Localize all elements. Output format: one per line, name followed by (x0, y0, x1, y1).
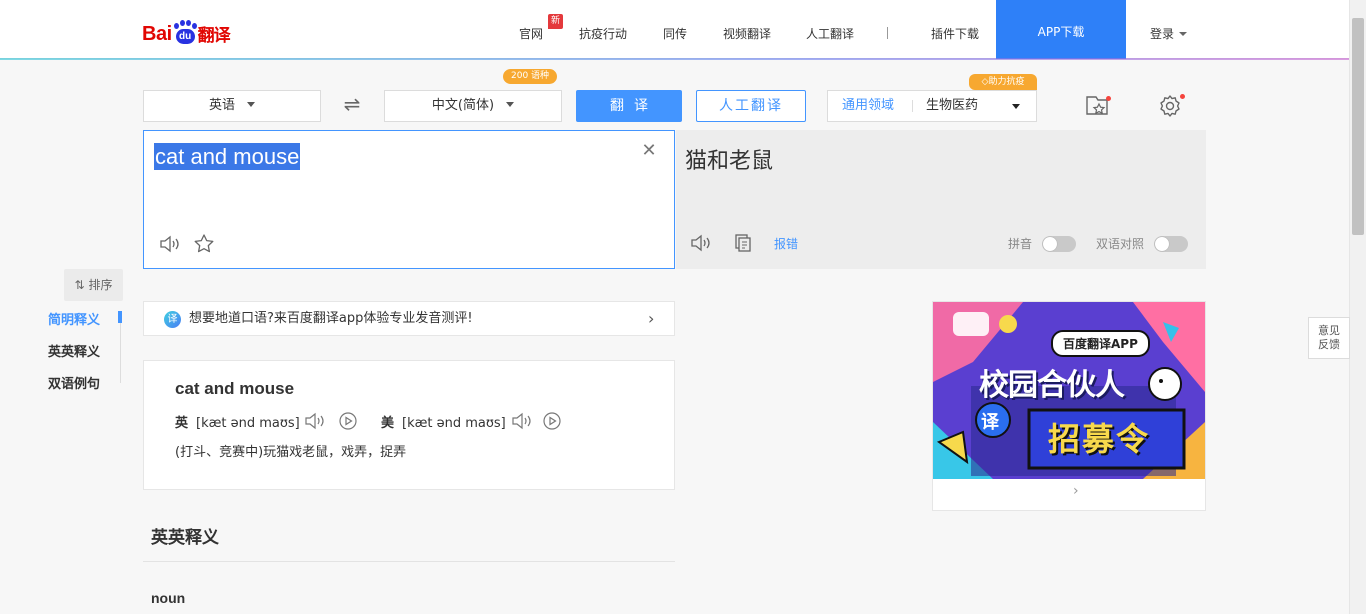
sort-button[interactable]: ⇅ 排序 (64, 269, 123, 301)
chevron-right-icon[interactable]: › (1073, 483, 1079, 499)
promo-text: 想要地道口语?来百度翻译app体验专业发音测评! (189, 311, 473, 326)
speaker-icon[interactable] (304, 411, 324, 431)
translate-app-icon: 译 (164, 311, 181, 328)
domain-label: 通用领域 (842, 98, 895, 113)
bilingual-label: 双语对照 (1096, 237, 1145, 251)
copy-icon[interactable] (733, 233, 753, 257)
feedback-line1: 意见 (1318, 324, 1340, 337)
campus-partner-ad[interactable]: 百度翻译APP 校园合伙人 招募令 译 › (932, 301, 1206, 511)
nav-video-translate[interactable]: 视频翻译 (723, 25, 771, 42)
login-label: 登录 (1150, 27, 1175, 41)
play-icon[interactable] (338, 411, 358, 431)
chevron-down-icon (506, 102, 515, 107)
domain-value: 生物医药 (926, 98, 979, 113)
part-of-speech: noun (151, 590, 186, 606)
header-gradient-line (0, 58, 1349, 60)
ad-brand-label: 百度翻译APP (1051, 330, 1150, 357)
page-scrollbar[interactable] (1349, 0, 1366, 614)
uk-phonetic-text: [kæt ənd maʊs] (196, 416, 300, 431)
ad-translate-badge: 译 (981, 412, 999, 433)
side-nav-english-definition[interactable]: 英英释义 (48, 341, 100, 360)
source-language-select[interactable]: 英语 (143, 90, 321, 122)
pinyin-label: 拼音 (1008, 237, 1033, 251)
paw-icon: du (173, 20, 197, 46)
us-phonetic: 美 [kæt ənd maʊs] (381, 412, 506, 431)
ad-headline: 校园合伙人 (979, 368, 1125, 403)
uk-label: 英 (175, 416, 189, 431)
top-header: Bai du 翻译 官网 新 抗疫行动 同传 视频翻译 人工翻译 插件下载 AP… (0, 0, 1349, 59)
close-icon[interactable]: ✕ (641, 142, 657, 160)
nav-divider (887, 27, 888, 39)
side-nav-example-sentences[interactable]: 双语例句 (48, 373, 100, 392)
nav-plugin-download[interactable]: 插件下载 (931, 25, 979, 42)
translate-button[interactable]: 翻译 (576, 90, 682, 122)
logo-du-text: du (175, 29, 195, 44)
dict-meaning: (打斗、竞赛中)玩猫戏老鼠，戏弄，捉弄 (175, 445, 407, 460)
translation-result-text: 猫和老鼠 (685, 149, 774, 174)
translation-output-panel: 猫和老鼠 报错 拼音 双语对照 (676, 130, 1206, 269)
chevron-right-icon: › (648, 309, 655, 328)
us-label: 美 (381, 416, 395, 431)
speaker-icon[interactable] (511, 411, 531, 431)
dictionary-card: cat and mouse 英 [kæt ənd maʊs] 美 [kæt ənd … (143, 360, 675, 490)
dict-headword: cat and mouse (175, 379, 295, 398)
scrollbar-thumb[interactable] (1352, 18, 1364, 235)
section-divider (143, 561, 675, 562)
nav-anti-epidemic[interactable]: 抗疫行动 (579, 25, 627, 42)
report-error-link[interactable]: 报错 (774, 235, 798, 252)
source-text-input[interactable]: cat and mouse (154, 143, 301, 170)
side-nav-active-indicator (118, 311, 122, 323)
sort-label: 排序 (88, 278, 113, 292)
pinyin-toggle[interactable] (1042, 236, 1076, 252)
help-badge-label: 助力抗疫 (988, 77, 1025, 87)
nav-official-site[interactable]: 官网 (519, 25, 543, 42)
chevron-down-icon (1012, 104, 1020, 109)
logo-bai-text: Bai (142, 23, 172, 45)
speaker-icon[interactable] (690, 233, 712, 257)
feedback-line2: 反馈 (1318, 338, 1340, 351)
chevron-down-icon (247, 102, 255, 107)
app-promo-banner[interactable]: 译 想要地道口语?来百度翻译app体验专业发音测评! › (143, 301, 675, 336)
ad-subheadline: 招募令 (1048, 420, 1151, 458)
domain-divider (912, 100, 913, 112)
bilingual-toggle[interactable] (1154, 236, 1188, 252)
notification-dot (1106, 96, 1111, 101)
swap-languages-icon[interactable]: ⇌ (341, 93, 363, 115)
target-language-label: 中文(简体) (431, 98, 495, 113)
domain-select[interactable]: 通用领域 生物医药 (827, 90, 1037, 122)
source-language-label: 英语 (208, 98, 235, 113)
baidu-fanyi-logo[interactable]: Bai du 翻译 (142, 14, 231, 46)
help-fight-epidemic-badge: ◇助力抗疫 (969, 74, 1037, 90)
feedback-button[interactable]: 意见 反馈 (1308, 317, 1350, 359)
star-icon[interactable] (193, 233, 215, 259)
notification-dot (1180, 94, 1185, 99)
login-menu[interactable]: 登录 (1150, 25, 1188, 42)
target-language-select[interactable]: 中文(简体) (384, 90, 562, 122)
play-icon[interactable] (542, 411, 562, 431)
nav-human-translate[interactable]: 人工翻译 (806, 25, 854, 42)
nav-simultaneous[interactable]: 同传 (663, 25, 687, 42)
ad-banner-image[interactable]: 百度翻译APP 校园合伙人 招募令 译 (933, 302, 1205, 479)
side-nav-brief-meaning[interactable]: 简明释义 (48, 309, 100, 328)
human-translate-button[interactable]: 人工翻译 (696, 90, 806, 122)
source-input-panel[interactable]: cat and mouse ✕ (143, 130, 675, 269)
sort-icon: ⇅ (74, 278, 85, 292)
english-definition-title: 英英释义 (151, 528, 219, 548)
logo-fanyi-text: 翻译 (197, 26, 231, 46)
language-count-badge: 200 语种 (503, 69, 558, 84)
new-badge: 新 (548, 14, 563, 29)
uk-phonetic: 英 [kæt ənd maʊs] (175, 412, 300, 431)
speaker-icon[interactable] (159, 234, 181, 258)
app-download-button[interactable]: APP下载 (996, 0, 1126, 59)
chevron-down-icon (1179, 32, 1188, 36)
us-phonetic-text: [kæt ənd maʊs] (402, 416, 506, 431)
